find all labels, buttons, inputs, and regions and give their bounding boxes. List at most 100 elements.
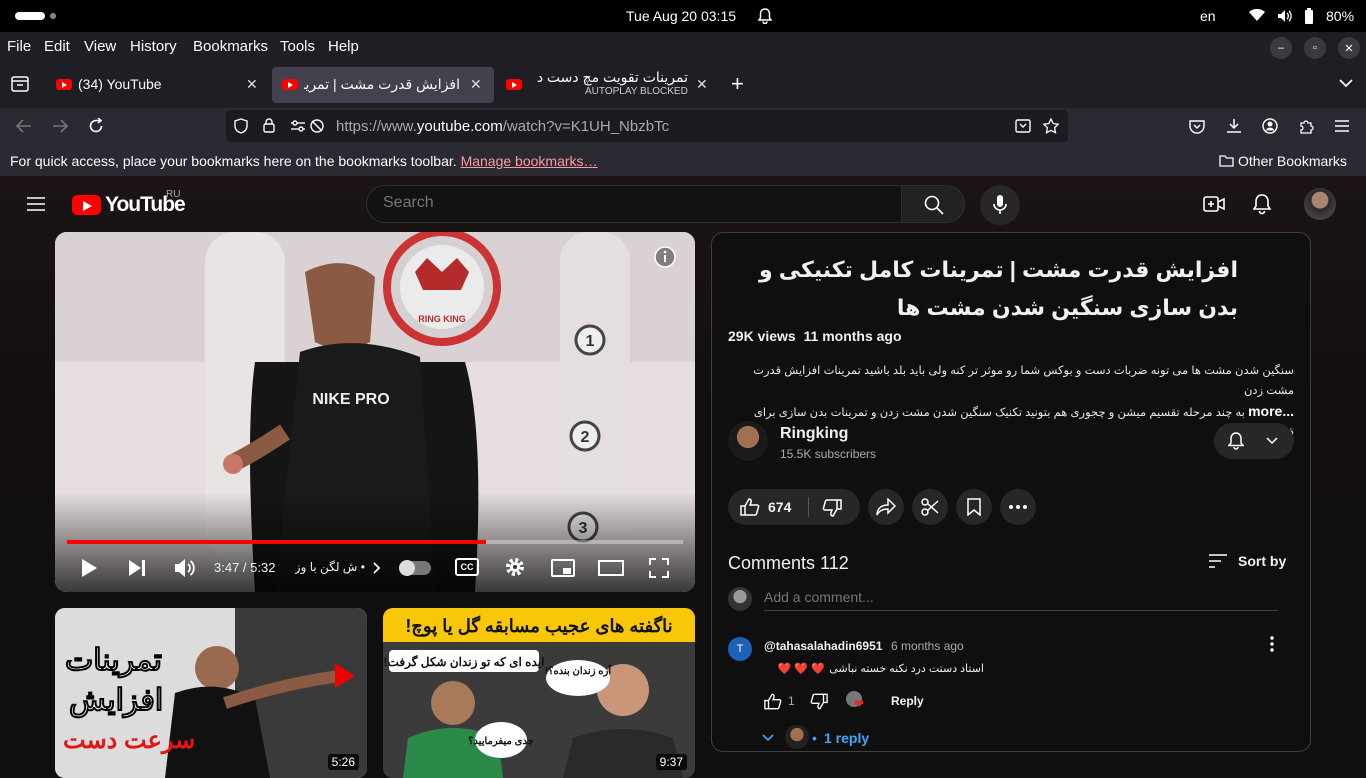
- permissions-icon[interactable]: [290, 120, 306, 132]
- forward-arrow-icon[interactable]: [52, 119, 68, 133]
- menu-view[interactable]: View: [84, 38, 116, 55]
- channel-name[interactable]: Ringking: [780, 425, 848, 443]
- play-icon[interactable]: [80, 558, 98, 578]
- search-button[interactable]: [901, 185, 965, 223]
- clip-button[interactable]: [912, 489, 948, 525]
- recommended-video-2[interactable]: ناگفته های عجیب مسابقه گل یا پوچ! ایده ا…: [383, 608, 695, 778]
- expand-replies-chevron-icon[interactable]: [762, 734, 774, 742]
- search-input[interactable]: [383, 194, 883, 212]
- view-replies-button[interactable]: 1 reply: [824, 730, 869, 746]
- create-video-icon[interactable]: [1203, 195, 1225, 213]
- scissors-icon: [921, 498, 939, 516]
- menu-history[interactable]: History: [130, 38, 177, 55]
- like-button[interactable]: [740, 498, 760, 516]
- account-avatar[interactable]: [1304, 188, 1336, 220]
- show-more-link[interactable]: ...more: [1248, 403, 1294, 419]
- fullscreen-icon[interactable]: [649, 558, 669, 578]
- reload-icon[interactable]: [88, 118, 104, 134]
- progress-bar[interactable]: [67, 540, 683, 544]
- manage-bookmarks-link[interactable]: Manage bookmarks…: [461, 153, 598, 169]
- sort-icon[interactable]: [1208, 553, 1228, 569]
- close-window-button[interactable]: ✕: [1338, 37, 1360, 59]
- save-button[interactable]: [956, 489, 992, 525]
- menu-help[interactable]: Help: [328, 38, 359, 55]
- tab-close-icon[interactable]: ✕: [696, 76, 708, 93]
- downloads-icon[interactable]: [1226, 118, 1242, 134]
- autoplay-toggle[interactable]: [399, 560, 431, 576]
- recommended-video-1[interactable]: تمرینات افزایش سرعت دست 5:26: [55, 608, 367, 778]
- chevron-down-icon[interactable]: [1339, 79, 1353, 88]
- maximize-button[interactable]: ▫: [1304, 37, 1326, 59]
- reply-button[interactable]: Reply: [891, 694, 924, 708]
- share-button[interactable]: [868, 489, 904, 525]
- minimize-button[interactable]: –: [1270, 37, 1292, 59]
- wifi-icon[interactable]: [1249, 9, 1265, 22]
- youtube-page: YouTube RU 1 2 3: [0, 176, 1366, 778]
- account-icon[interactable]: [1262, 118, 1278, 134]
- tab-youtube-home[interactable]: (34) YouTube ✕: [46, 67, 268, 103]
- svg-text:RING KING: RING KING: [418, 314, 466, 324]
- battery-icon[interactable]: [1304, 8, 1314, 24]
- info-icon[interactable]: [654, 246, 676, 268]
- tab-current-video[interactable]: افزایش قدرت مشت | تمرینات ✕: [272, 67, 494, 103]
- miniplayer-icon[interactable]: [551, 559, 575, 577]
- chevron-right-icon[interactable]: [373, 562, 381, 574]
- new-tab-button[interactable]: +: [731, 71, 744, 97]
- sort-by-button[interactable]: Sort by: [1238, 553, 1286, 569]
- tab-title: افزایش قدرت مشت | تمرینات: [304, 76, 460, 92]
- chapter-title[interactable]: • ش لگن با وزنه: [295, 560, 365, 574]
- dislike-button[interactable]: [822, 499, 842, 517]
- comment-like-icon[interactable]: [764, 693, 782, 710]
- more-actions-button[interactable]: [1000, 489, 1036, 525]
- channel-avatar[interactable]: [728, 421, 768, 461]
- comment-dislike-icon[interactable]: [810, 693, 828, 710]
- volume-icon[interactable]: [174, 558, 196, 578]
- hamburger-menu-icon[interactable]: [1334, 120, 1350, 132]
- commenter-avatar[interactable]: T: [728, 637, 752, 661]
- url-bar[interactable]: https://www.youtube.com/watch?v=K1UH_Nbz…: [226, 110, 1068, 142]
- back-arrow-icon[interactable]: [16, 119, 32, 133]
- menu-edit[interactable]: Edit: [44, 38, 70, 55]
- bookmarks-toolbar: For quick access, place your bookmarks h…: [0, 145, 1366, 176]
- other-bookmarks[interactable]: Other Bookmarks: [1238, 153, 1347, 169]
- keyboard-layout[interactable]: en: [1200, 8, 1216, 24]
- subscription-notifications-button[interactable]: [1214, 423, 1294, 459]
- firefox-view-icon[interactable]: [11, 76, 29, 92]
- system-clock[interactable]: Tue Aug 20 03:15: [626, 8, 736, 24]
- bookmark-star-icon[interactable]: [1043, 118, 1059, 134]
- notifications-bell-icon[interactable]: [1253, 193, 1271, 215]
- description-line-1: سنگین شدن مشت ها می تونه ضربات دست و بوک…: [753, 365, 1294, 397]
- workspace-dot[interactable]: [50, 13, 56, 19]
- comments-header: Comments 112: [728, 553, 849, 573]
- video-player[interactable]: 1 2 3 NIKE PRO RING KING 3:47 / 5:32 • ش…: [55, 232, 695, 592]
- workspace-indicator[interactable]: [15, 12, 45, 20]
- extensions-icon[interactable]: [1298, 118, 1314, 134]
- shield-icon[interactable]: [234, 118, 248, 134]
- url-text[interactable]: https://www.youtube.com/watch?v=K1UH_Nbz…: [336, 118, 669, 135]
- next-video-icon[interactable]: [127, 559, 147, 577]
- voice-search-button[interactable]: [980, 185, 1020, 225]
- notification-bell-icon[interactable]: [758, 8, 772, 24]
- add-comment-input[interactable]: [764, 589, 1278, 611]
- country-code: RU: [166, 189, 181, 200]
- theater-mode-icon[interactable]: [598, 559, 624, 577]
- reply-author-avatar: [785, 725, 809, 749]
- subtitles-icon[interactable]: CC: [455, 558, 479, 576]
- tab-close-icon[interactable]: ✕: [470, 76, 482, 93]
- comment-author[interactable]: @tahasalahadin6951: [764, 639, 882, 653]
- pocket-icon[interactable]: [1189, 119, 1205, 134]
- menu-tools[interactable]: Tools: [280, 38, 315, 55]
- settings-gear-icon[interactable]: [505, 557, 525, 577]
- lock-icon[interactable]: [263, 118, 275, 133]
- search-box[interactable]: [366, 185, 902, 223]
- volume-icon[interactable]: [1277, 9, 1293, 23]
- menu-bookmarks[interactable]: Bookmarks: [193, 38, 268, 55]
- autoplay-blocked-icon[interactable]: [310, 119, 324, 133]
- comment-time[interactable]: 6 months ago: [891, 639, 964, 653]
- tab-wrist-video[interactable]: تمرینات تقویت مچ دست د AUTOPLAY BLOCKED …: [498, 67, 720, 103]
- guide-menu-icon[interactable]: [26, 196, 46, 212]
- tab-close-icon[interactable]: ✕: [246, 76, 258, 93]
- reader-view-icon[interactable]: [1015, 119, 1031, 133]
- comment-options-icon[interactable]: [1270, 636, 1274, 652]
- menu-file[interactable]: File: [7, 38, 31, 55]
